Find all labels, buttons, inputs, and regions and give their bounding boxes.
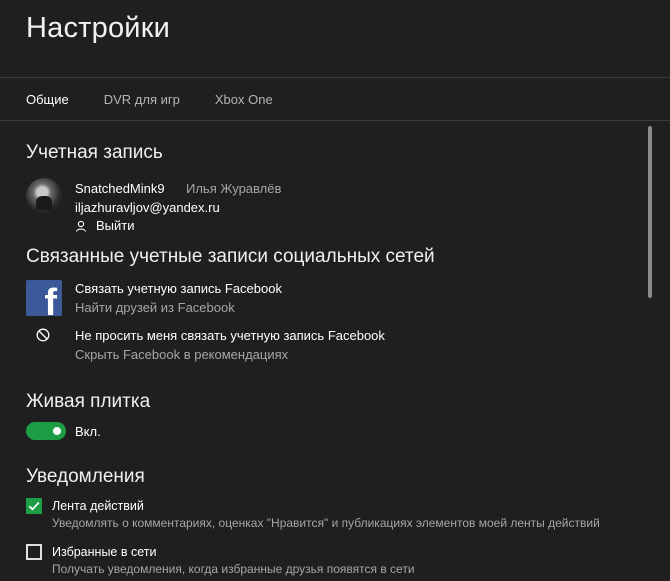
real-name: Илья Журавлёв bbox=[186, 181, 282, 196]
activity-feed-subtitle: Уведомлять о комментариях, оценках "Нрав… bbox=[52, 516, 600, 530]
dont-ask-facebook-button[interactable]: Не просить меня связать учетную запись F… bbox=[75, 328, 385, 343]
activity-feed-checkbox[interactable] bbox=[26, 498, 42, 514]
tab-game-dvr[interactable]: DVR для игр bbox=[104, 92, 180, 107]
link-facebook-button[interactable]: Связать учетную запись Facebook bbox=[75, 281, 282, 296]
toggle-knob bbox=[53, 427, 61, 435]
tab-xbox-one[interactable]: Xbox One bbox=[215, 92, 273, 107]
live-tile-heading: Живая плитка bbox=[26, 391, 151, 412]
checkmark-icon bbox=[28, 501, 40, 511]
tab-general[interactable]: Общие bbox=[26, 92, 69, 107]
social-accounts-heading: Связанные учетные записи социальных сете… bbox=[26, 246, 435, 267]
account-email: iljazhuravljov@yandex.ru bbox=[75, 200, 220, 215]
block-icon bbox=[36, 328, 50, 342]
live-tile-toggle[interactable] bbox=[26, 422, 66, 440]
dont-ask-facebook-subtitle: Скрыть Facebook в рекомендациях bbox=[75, 347, 289, 362]
notifications-heading: Уведомления bbox=[26, 466, 145, 487]
account-heading: Учетная запись bbox=[26, 142, 163, 163]
person-icon bbox=[75, 220, 87, 232]
xbox-settings-window: Настройки Общие DVR для игр Xbox One Уче… bbox=[0, 0, 670, 581]
favorites-online-subtitle: Получать уведомления, когда избранные др… bbox=[52, 562, 415, 576]
favorites-online-label: Избранные в сети bbox=[52, 545, 157, 559]
vertical-scrollbar[interactable] bbox=[648, 126, 652, 298]
tab-bar: Общие DVR для игр Xbox One bbox=[26, 92, 308, 107]
activity-feed-label: Лента действий bbox=[52, 499, 144, 513]
link-facebook-subtitle: Найти друзей из Facebook bbox=[75, 300, 235, 315]
tabs-divider bbox=[0, 120, 670, 121]
signout-link[interactable]: Выйти bbox=[75, 218, 135, 233]
page-title: Настройки bbox=[26, 12, 170, 44]
live-tile-toggle-label: Вкл. bbox=[75, 424, 101, 439]
signout-label: Выйти bbox=[96, 218, 135, 233]
avatar bbox=[26, 178, 62, 214]
gamertag: SnatchedMink9 bbox=[75, 181, 165, 196]
facebook-icon-letter: f bbox=[44, 282, 57, 316]
favorites-online-checkbox[interactable] bbox=[26, 544, 42, 560]
facebook-icon: f bbox=[26, 280, 62, 316]
title-divider bbox=[0, 77, 670, 78]
